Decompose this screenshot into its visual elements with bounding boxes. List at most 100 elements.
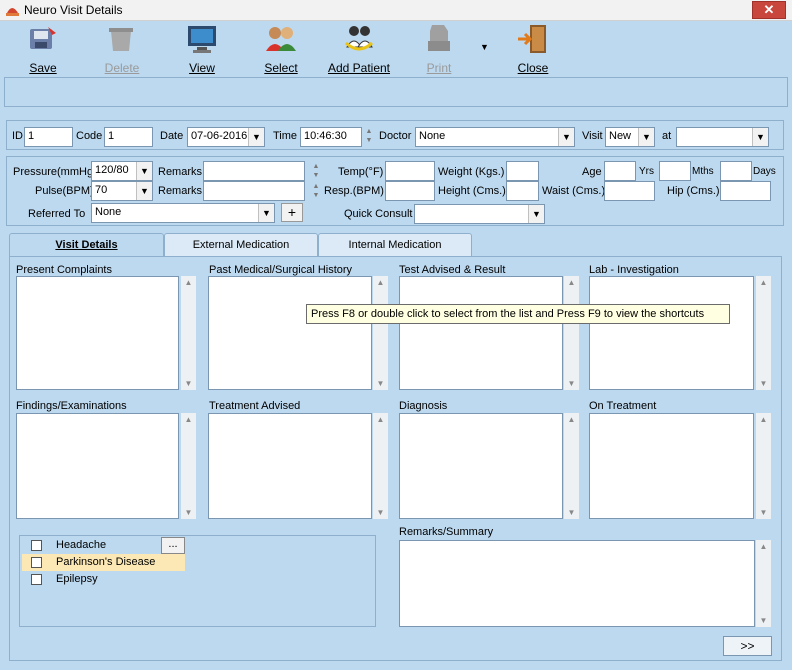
temp-label: Temp(°F) [338, 166, 384, 178]
tab-external-medication[interactable]: External Medication [164, 233, 318, 257]
doctor-select[interactable]: None ▼ [415, 127, 575, 147]
age-months-field[interactable] [659, 161, 691, 181]
pulse-select[interactable]: 70 ▼ [91, 181, 153, 201]
present-complaints-textarea[interactable] [16, 276, 179, 390]
age-years-field[interactable] [604, 161, 636, 181]
window-close-button[interactable]: ✕ [752, 1, 786, 19]
select-label: Select [264, 61, 298, 75]
add-referral-button[interactable]: + [281, 203, 303, 222]
test-advised-scrollbar[interactable]: ▲ ▼ [564, 276, 579, 390]
findings-textarea[interactable] [16, 413, 179, 519]
time-field[interactable]: 10:46:30 [300, 127, 362, 147]
treatment-advised-scrollbar[interactable]: ▲ ▼ [373, 413, 388, 519]
quick-consult-select[interactable]: ▼ [414, 204, 545, 224]
past-history-scrollbar[interactable]: ▲ ▼ [373, 276, 388, 390]
time-spinner-icon[interactable]: ▲ ▼ [363, 127, 375, 147]
disease-item[interactable]: Epilepsy [22, 571, 185, 588]
treatment-advised-textarea[interactable] [208, 413, 372, 519]
on-treatment-textarea[interactable] [589, 413, 754, 519]
tab-internal-medication[interactable]: Internal Medication [318, 233, 472, 257]
findings-scrollbar[interactable]: ▲ ▼ [181, 413, 196, 519]
present-complaints-scrollbar[interactable]: ▲ ▼ [181, 276, 196, 390]
diagnosis-textarea[interactable] [399, 413, 563, 519]
age-days-field[interactable] [720, 161, 752, 181]
chevron-down-icon[interactable]: ▼ [752, 128, 768, 146]
height-field[interactable] [506, 181, 539, 201]
id-label: ID [12, 130, 23, 142]
treatment-advised-label: Treatment Advised [209, 400, 301, 412]
years-label: Yrs [639, 166, 654, 177]
on-treatment-label: On Treatment [589, 400, 657, 412]
visit-type-value: New [609, 130, 632, 142]
shortcut-tooltip: Press F8 or double click to select from … [306, 304, 730, 324]
on-treatment-scrollbar[interactable]: ▲ ▼ [756, 413, 771, 519]
waist-field[interactable] [604, 181, 655, 201]
id-field[interactable]: 1 [24, 127, 73, 147]
test-advised-label: Test Advised & Result [399, 264, 506, 276]
chevron-down-icon[interactable]: ▼ [258, 204, 274, 222]
disease-checkbox[interactable] [31, 557, 42, 568]
code-label: Code [76, 130, 103, 142]
remarks-summary-label: Remarks/Summary [399, 526, 494, 538]
next-button[interactable]: >> [723, 636, 772, 656]
test-advised-textarea[interactable] [399, 276, 563, 390]
visit-label: Visit [582, 130, 603, 142]
disease-checkbox[interactable] [31, 574, 42, 585]
referred-to-select[interactable]: None ▼ [91, 203, 275, 223]
close-button[interactable]: Close [514, 23, 552, 75]
pressure-label: Pressure(mmHg) [13, 166, 97, 178]
date-label: Date [160, 130, 184, 142]
close-label: Close [517, 61, 549, 75]
pressure-remarks-field[interactable] [203, 161, 305, 181]
chevron-down-icon[interactable]: ▼ [638, 128, 654, 146]
referred-to-value: None [95, 206, 122, 218]
lab-investigation-scrollbar[interactable]: ▲ ▼ [756, 276, 771, 390]
add-patient-button[interactable]: Add Patient [325, 23, 393, 75]
chevron-down-icon[interactable]: ▼ [136, 182, 152, 200]
pressure-select[interactable]: 120/80 ▼ [91, 161, 153, 181]
chevron-down-icon[interactable]: ▼ [528, 205, 544, 223]
disease-checkbox[interactable] [31, 540, 42, 551]
code-field[interactable]: 1 [104, 127, 153, 147]
temp-field[interactable] [385, 161, 435, 181]
status-strip [4, 77, 788, 107]
disease-more-button[interactable]: ... [161, 537, 185, 554]
remarks-scroll-icon[interactable]: ▲ ▼ [310, 162, 322, 182]
remarks-summary-textarea[interactable] [399, 540, 755, 627]
view-label: View [189, 61, 215, 75]
print-button[interactable]: Print [420, 23, 458, 75]
pulse-remarks-field[interactable] [203, 181, 305, 201]
diagnosis-scrollbar[interactable]: ▲ ▼ [564, 413, 579, 519]
remarks-scroll-icon[interactable]: ▲ ▼ [310, 182, 322, 202]
select-button[interactable]: Select [260, 23, 302, 75]
weight-field[interactable] [506, 161, 539, 181]
months-label: Mths [692, 166, 714, 177]
pulse-value: 70 [95, 184, 108, 196]
title-bar: Neuro Visit Details ✕ [0, 0, 792, 21]
at-location-select[interactable]: ▼ [676, 127, 769, 147]
chevron-down-icon[interactable]: ▼ [136, 162, 152, 180]
past-history-label: Past Medical/Surgical History [209, 264, 353, 276]
tab-visit-details[interactable]: Visit Details [9, 233, 164, 257]
visit-type-select[interactable]: New ▼ [605, 127, 655, 147]
past-history-textarea[interactable] [208, 276, 372, 390]
print-dropdown-arrow-icon[interactable]: ▼ [480, 42, 489, 52]
window-title: Neuro Visit Details [24, 3, 123, 17]
chevron-down-icon[interactable]: ▼ [248, 128, 264, 146]
days-label: Days [753, 166, 776, 177]
weight-label: Weight (Kgs.) [438, 166, 505, 178]
disease-name: Headache [56, 539, 107, 551]
save-button[interactable]: Save [22, 23, 64, 75]
hip-field[interactable] [720, 181, 771, 201]
add-patient-icon [344, 26, 374, 51]
date-picker[interactable]: 07-06-2016 ▼ [187, 127, 265, 147]
disease-item[interactable]: Parkinson's Disease [22, 554, 185, 571]
findings-label: Findings/Examinations [16, 400, 127, 412]
diagnosis-label: Diagnosis [399, 400, 448, 412]
lab-investigation-textarea[interactable] [589, 276, 754, 390]
view-button[interactable]: View [182, 23, 222, 75]
delete-button[interactable]: Delete [100, 23, 144, 75]
resp-field[interactable] [385, 181, 435, 201]
chevron-down-icon[interactable]: ▼ [558, 128, 574, 146]
remarks-summary-scrollbar[interactable]: ▲ ▼ [756, 540, 771, 627]
